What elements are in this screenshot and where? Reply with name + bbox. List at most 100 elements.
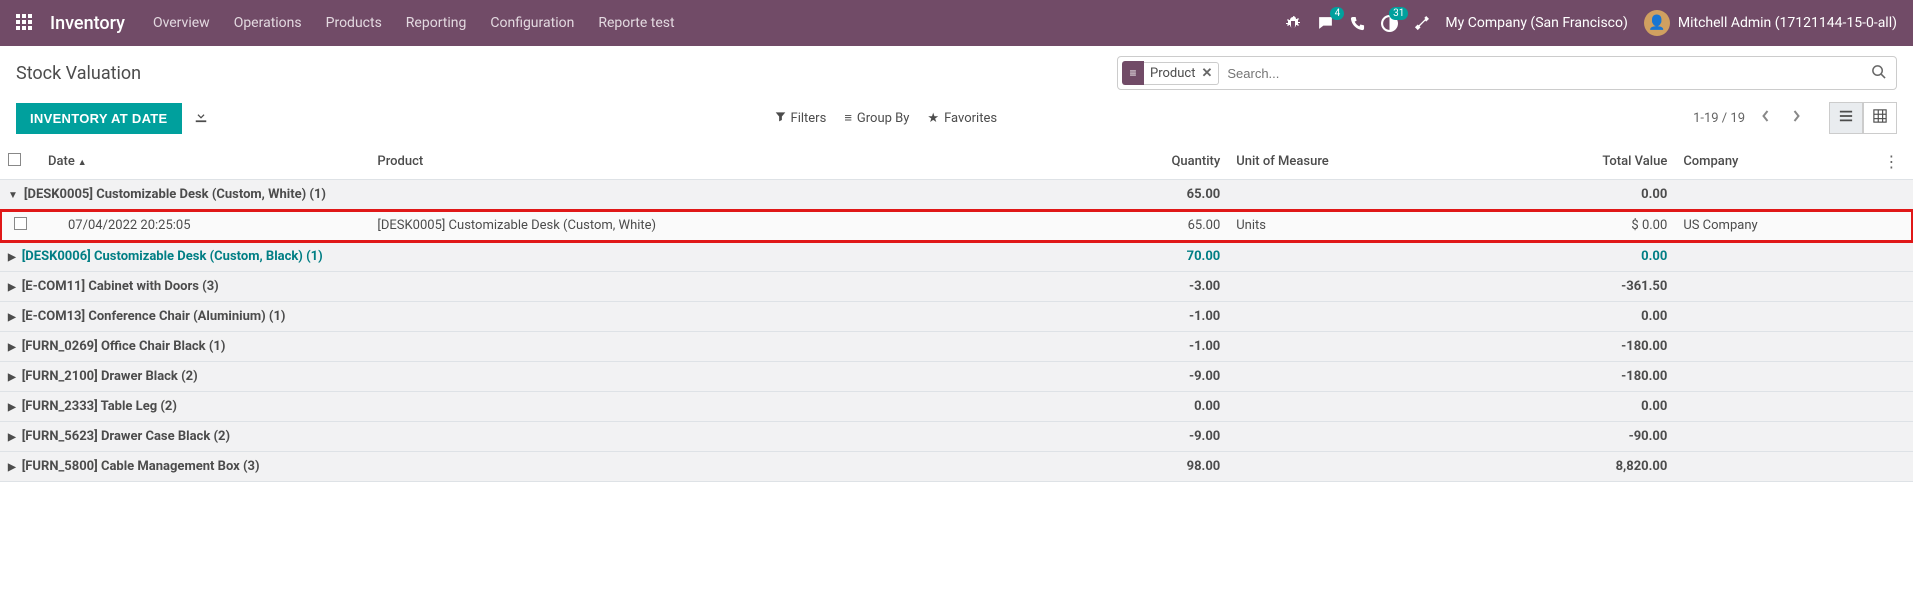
column-date[interactable]: Date▲ — [40, 144, 369, 180]
group-row[interactable]: ▶ [FURN_2100] Drawer Black (2) -9.00 -180… — [0, 362, 1913, 392]
group-qty: -1.00 — [1099, 302, 1228, 332]
cell-product: [DESK0005] Customizable Desk (Custom, Wh… — [369, 210, 1098, 242]
pager-prev-icon[interactable] — [1755, 105, 1776, 131]
caret-right-icon: ▶ — [8, 342, 16, 353]
caret-right-icon: ▶ — [8, 432, 16, 443]
table-header-row: Date▲ Product Quantity Unit of Measure T… — [0, 144, 1913, 180]
table-row[interactable]: 07/04/2022 20:25:05 [DESK0005] Customiza… — [0, 210, 1913, 242]
facet-label: Product — [1150, 66, 1195, 81]
group-qty: -1.00 — [1099, 332, 1228, 362]
column-options-icon[interactable]: ⋮ — [1883, 152, 1899, 171]
company-selector[interactable]: My Company (San Francisco) — [1445, 15, 1627, 31]
pager-next-icon[interactable] — [1786, 105, 1807, 131]
nav-item-configuration[interactable]: Configuration — [490, 15, 574, 31]
select-all-checkbox[interactable] — [8, 153, 21, 166]
stock-valuation-table: Date▲ Product Quantity Unit of Measure T… — [0, 144, 1913, 482]
cell-company: US Company — [1675, 210, 1875, 242]
nav-item-reporting[interactable]: Reporting — [406, 15, 467, 31]
search-facet-product: ≡ Product ✕ — [1122, 61, 1219, 85]
main-navbar: Inventory Overview Operations Products R… — [0, 0, 1913, 46]
row-checkbox[interactable] — [14, 217, 27, 230]
search-icon[interactable] — [1867, 64, 1890, 83]
group-label: [E-COM13] Conference Chair (Aluminium) (… — [22, 309, 286, 324]
list-view-button[interactable] — [1829, 102, 1863, 134]
filters-button[interactable]: Filters — [775, 111, 827, 126]
pager-text[interactable]: 1-19 / 19 — [1693, 111, 1745, 126]
apps-icon[interactable] — [16, 14, 34, 32]
tools-icon[interactable] — [1414, 16, 1429, 31]
user-name-label: Mitchell Admin (17121144-15-0-all) — [1678, 15, 1897, 31]
nav-item-overview[interactable]: Overview — [153, 15, 210, 31]
group-value: 0.00 — [1534, 392, 1675, 422]
group-value: -361.50 — [1534, 272, 1675, 302]
group-qty: 98.00 — [1099, 452, 1228, 482]
group-qty: 65.00 — [1099, 180, 1228, 210]
search-input[interactable] — [1219, 57, 1867, 89]
inventory-at-date-button[interactable]: INVENTORY AT DATE — [16, 103, 182, 134]
group-label: [FURN_5800] Cable Management Box (3) — [22, 459, 260, 474]
column-quantity[interactable]: Quantity — [1099, 144, 1228, 180]
caret-down-icon: ▼ — [8, 190, 18, 201]
star-icon: ★ — [927, 111, 939, 126]
groupby-label: Group By — [857, 111, 910, 126]
nav-menu: Overview Operations Products Reporting C… — [153, 15, 675, 31]
cell-qty: 65.00 — [1099, 210, 1228, 242]
column-date-label: Date — [48, 154, 75, 169]
list-view-container: Date▲ Product Quantity Unit of Measure T… — [0, 144, 1913, 482]
groupby-facet-icon: ≡ — [1122, 61, 1144, 85]
group-row[interactable]: ▶ [FURN_5623] Drawer Case Black (2) -9.00… — [0, 422, 1913, 452]
user-menu[interactable]: 👤 Mitchell Admin (17121144-15-0-all) — [1644, 10, 1897, 36]
group-value: 8,820.00 — [1534, 452, 1675, 482]
activities-icon[interactable]: 31 — [1381, 15, 1398, 32]
filters-label: Filters — [791, 111, 827, 126]
column-company[interactable]: Company — [1675, 144, 1875, 180]
debug-icon[interactable] — [1285, 15, 1301, 31]
group-qty: -3.00 — [1099, 272, 1228, 302]
favorites-button[interactable]: ★ Favorites — [927, 111, 997, 126]
list-icon: ≡ — [844, 110, 852, 126]
phone-icon[interactable] — [1350, 16, 1365, 31]
group-row[interactable]: ▶ [FURN_0269] Office Chair Black (1) -1.0… — [0, 332, 1913, 362]
caret-right-icon: ▶ — [8, 402, 16, 413]
caret-right-icon: ▶ — [8, 372, 16, 383]
group-row[interactable]: ▶[E-COM11] Cabinet with Doors (3) -3.00 … — [0, 272, 1913, 302]
cell-value: $ 0.00 — [1534, 210, 1675, 242]
group-qty: 0.00 — [1099, 392, 1228, 422]
caret-right-icon: ▶ — [8, 462, 16, 473]
column-product[interactable]: Product — [369, 144, 1098, 180]
messaging-icon[interactable]: 4 — [1317, 15, 1334, 32]
group-row[interactable]: ▶ [FURN_2333] Table Leg (2) 0.00 0.00 — [0, 392, 1913, 422]
cell-date: 07/04/2022 20:25:05 — [40, 210, 369, 242]
nav-item-reporte-test[interactable]: Reporte test — [598, 15, 674, 31]
favorites-label: Favorites — [944, 111, 997, 126]
group-label: [FURN_5623] Drawer Case Black (2) — [22, 429, 230, 444]
group-label: [FURN_0269] Office Chair Black (1) — [22, 339, 226, 354]
group-value: 0.00 — [1534, 242, 1675, 272]
group-label: [FURN_2333] Table Leg (2) — [22, 399, 177, 414]
groupby-button[interactable]: ≡ Group By — [844, 110, 909, 126]
nav-item-products[interactable]: Products — [326, 15, 382, 31]
activities-badge: 31 — [1389, 7, 1408, 20]
group-label: [E-COM11] Cabinet with Doors (3) — [22, 279, 219, 294]
group-label: [FURN_2100] Drawer Black (2) — [22, 369, 198, 384]
cell-uom: Units — [1228, 210, 1534, 242]
search-bar[interactable]: ≡ Product ✕ — [1117, 56, 1897, 90]
sort-asc-icon: ▲ — [78, 158, 87, 168]
pivot-view-button[interactable] — [1863, 102, 1897, 134]
nav-item-operations[interactable]: Operations — [234, 15, 302, 31]
group-qty: 70.00 — [1099, 242, 1228, 272]
download-icon[interactable] — [194, 109, 208, 127]
group-row[interactable]: ▶[E-COM13] Conference Chair (Aluminium) … — [0, 302, 1913, 332]
group-value: -180.00 — [1534, 362, 1675, 392]
group-row[interactable]: ▼[DESK0005] Customizable Desk (Custom, W… — [0, 180, 1913, 210]
group-value: 0.00 — [1534, 180, 1675, 210]
app-brand[interactable]: Inventory — [50, 13, 125, 34]
column-uom[interactable]: Unit of Measure — [1228, 144, 1534, 180]
group-qty: -9.00 — [1099, 422, 1228, 452]
group-row[interactable]: ▶[DESK0006] Customizable Desk (Custom, B… — [0, 242, 1913, 272]
caret-right-icon: ▶ — [8, 252, 16, 263]
group-row[interactable]: ▶ [FURN_5800] Cable Management Box (3) 98… — [0, 452, 1913, 482]
facet-remove-icon[interactable]: ✕ — [1201, 66, 1212, 81]
group-qty: -9.00 — [1099, 362, 1228, 392]
column-total-value[interactable]: Total Value — [1534, 144, 1675, 180]
